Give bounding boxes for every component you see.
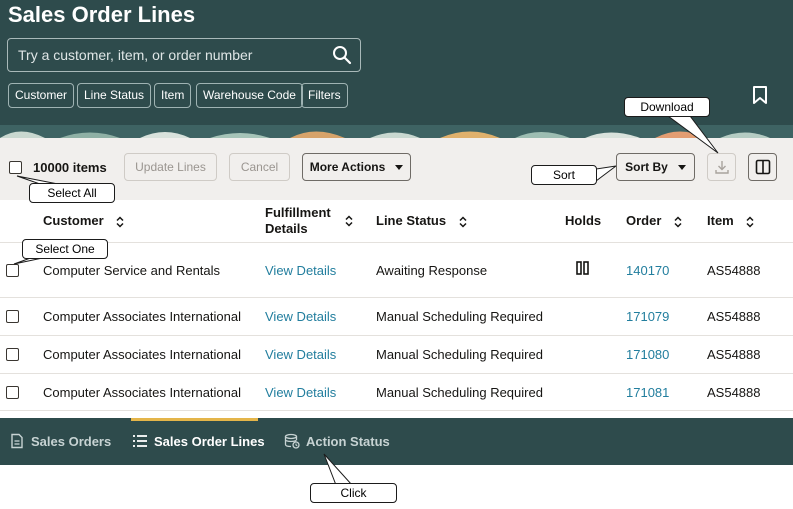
column-header-label: Fulfillment xyxy=(265,205,331,220)
tab-label: Action Status xyxy=(306,434,390,449)
header-decoration xyxy=(0,125,793,138)
column-header-label: Details xyxy=(265,221,308,236)
customer-cell: Computer Associates International xyxy=(43,309,241,324)
sort-icon xyxy=(345,215,353,227)
list-icon xyxy=(133,435,147,447)
order-number-link[interactable]: 171081 xyxy=(626,385,669,400)
view-details-link[interactable]: View Details xyxy=(265,263,336,278)
item-cell: AS54888 xyxy=(707,309,761,324)
pause-icon[interactable] xyxy=(576,261,589,275)
database-status-icon xyxy=(284,433,300,449)
more-actions-button[interactable]: More Actions xyxy=(302,153,411,181)
column-header-order[interactable]: Order xyxy=(626,213,683,228)
customer-cell: Computer Service and Rentals xyxy=(43,263,221,278)
view-details-link[interactable]: View Details xyxy=(265,385,336,400)
tab-label: Sales Order Lines xyxy=(154,434,265,449)
table-toolbar: 10000 items Update Lines Cancel More Act… xyxy=(0,138,793,200)
tab-sales-orders[interactable]: Sales Orders xyxy=(9,418,111,465)
column-header-label: Order xyxy=(626,213,662,228)
column-header-fulfillment-details[interactable]: Fulfillment Details xyxy=(265,205,353,237)
sort-icon xyxy=(459,216,467,228)
table-header: Customer Fulfillment Details Line Status… xyxy=(0,200,793,242)
column-header-holds: Holds xyxy=(565,213,602,228)
view-details-link[interactable]: View Details xyxy=(265,347,336,362)
filter-chip-warehouse-code[interactable]: Warehouse Code xyxy=(196,83,303,108)
callout-select-one: Select One xyxy=(22,239,108,259)
update-lines-button[interactable]: Update Lines xyxy=(124,153,217,181)
table-row[interactable]: Computer Associates International View D… xyxy=(0,335,793,373)
download-icon xyxy=(714,161,729,174)
filter-chip-line-status[interactable]: Line Status xyxy=(77,83,152,108)
column-header-line-status[interactable]: Line Status xyxy=(376,213,468,228)
sort-by-button[interactable]: Sort By xyxy=(616,153,695,181)
tab-label: Sales Orders xyxy=(31,434,112,449)
search-icon[interactable] xyxy=(332,45,352,65)
sort-icon xyxy=(116,216,124,228)
customer-cell: Computer Associates International xyxy=(43,385,241,400)
column-header-label: Line Status xyxy=(376,213,447,228)
filter-chip-item[interactable]: Item xyxy=(154,83,192,108)
line-status-cell: Manual Scheduling Required xyxy=(376,309,543,324)
item-cell: AS54888 xyxy=(707,347,761,362)
row-select-checkbox[interactable] xyxy=(6,310,19,323)
callout-click: Click xyxy=(310,483,397,503)
table-row[interactable]: Computer Associates International View D… xyxy=(0,373,793,411)
search-input[interactable] xyxy=(18,47,318,63)
split-panel-button[interactable] xyxy=(748,153,777,181)
row-select-checkbox[interactable] xyxy=(6,348,19,361)
item-cell: AS54888 xyxy=(707,263,761,278)
chevron-down-icon xyxy=(395,165,404,171)
sort-by-label: Sort By xyxy=(625,160,668,174)
order-number-link[interactable]: 171080 xyxy=(626,347,669,362)
more-actions-label: More Actions xyxy=(309,160,386,174)
column-header-customer[interactable]: Customer xyxy=(43,213,125,228)
download-button[interactable] xyxy=(707,153,736,181)
tab-sales-order-lines[interactable]: Sales Order Lines xyxy=(132,418,265,465)
chevron-down-icon xyxy=(677,165,686,171)
callout-sort: Sort xyxy=(531,165,597,185)
callout-select-all: Select All xyxy=(29,183,115,203)
filter-chip-customer[interactable]: Customer xyxy=(8,83,75,108)
line-status-cell: Manual Scheduling Required xyxy=(376,347,543,362)
sort-icon xyxy=(674,216,682,228)
cancel-button[interactable]: Cancel xyxy=(229,153,290,181)
column-header-label: Item xyxy=(707,213,734,228)
table-row[interactable]: Computer Service and Rentals View Detail… xyxy=(0,242,793,297)
order-number-link[interactable]: 171079 xyxy=(626,309,669,324)
line-status-cell: Awaiting Response xyxy=(376,263,488,278)
line-status-cell: Manual Scheduling Required xyxy=(376,385,543,400)
callout-download: Download xyxy=(624,97,710,117)
filter-chip-filters[interactable]: Filters xyxy=(301,83,348,108)
split-panel-icon xyxy=(755,159,770,175)
column-header-label: Customer xyxy=(43,213,104,228)
row-select-checkbox[interactable] xyxy=(6,386,19,399)
tab-action-status[interactable]: Action Status xyxy=(284,418,390,465)
page-title: Sales Order Lines xyxy=(8,2,196,27)
order-number-link[interactable]: 140170 xyxy=(626,263,669,278)
select-all-checkbox[interactable] xyxy=(9,161,22,174)
bottom-navigation: Sales Orders Sales Order Lines Action St… xyxy=(0,418,793,465)
page-header: Sales Order Lines Customer Line Status I… xyxy=(0,0,793,138)
row-select-checkbox[interactable] xyxy=(6,264,19,277)
sort-icon xyxy=(746,216,754,228)
customer-cell: Computer Associates International xyxy=(43,347,241,362)
item-cell: AS54888 xyxy=(707,385,761,400)
column-header-item[interactable]: Item xyxy=(707,213,755,228)
items-count: 10000 items xyxy=(33,160,107,175)
document-icon xyxy=(11,433,23,449)
bookmark-icon[interactable] xyxy=(751,86,769,104)
table-row[interactable]: Computer Associates International View D… xyxy=(0,297,793,335)
search-box[interactable] xyxy=(7,38,361,72)
view-details-link[interactable]: View Details xyxy=(265,309,336,324)
